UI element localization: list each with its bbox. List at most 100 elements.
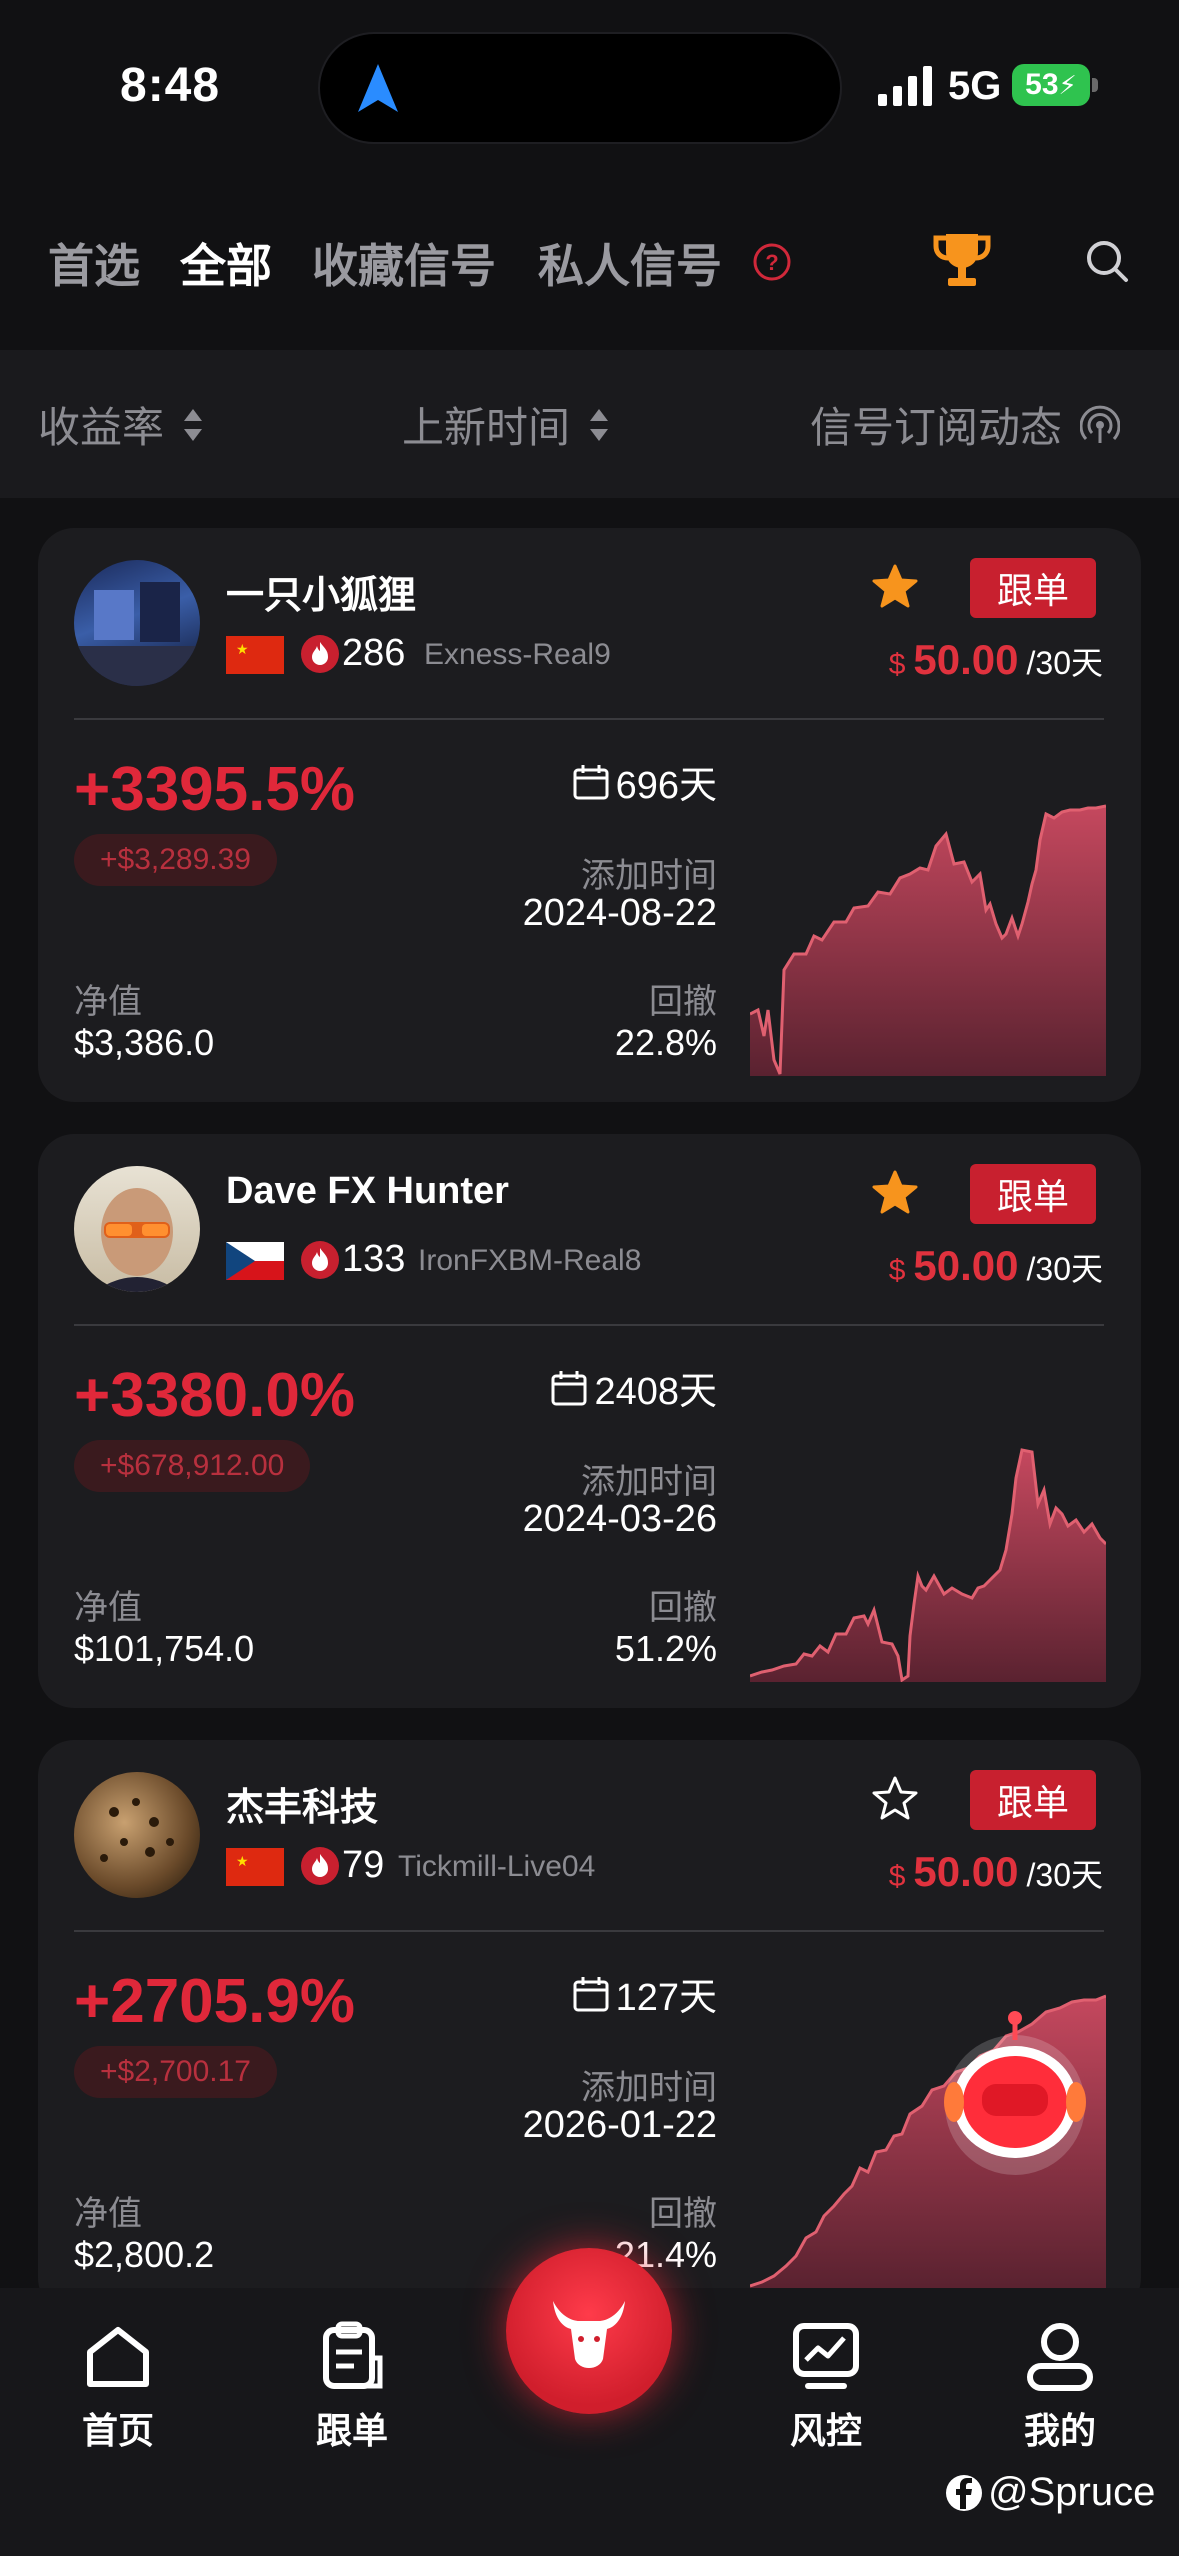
help-icon[interactable]: ?: [752, 242, 792, 282]
follow-button[interactable]: 跟单: [970, 558, 1096, 618]
battery-icon: 53 ⚡: [1012, 64, 1090, 106]
divider: [74, 718, 1104, 720]
signal-card[interactable]: Dave FX Hunter 133 IronFXBM-Real8 跟单 $ 5…: [38, 1134, 1141, 1708]
tab-private-signals[interactable]: 私人信号: [538, 230, 722, 296]
dynamic-island: [318, 32, 842, 144]
tab-favorite-signals[interactable]: 收藏信号: [312, 230, 496, 296]
divider: [74, 1324, 1104, 1326]
server-name: Tickmill-Live04: [398, 1850, 596, 1883]
czech-flag-icon: [226, 1242, 284, 1280]
trader-name: 杰丰科技: [226, 1787, 379, 1829]
drawdown-label: 回撤: [649, 2195, 717, 2233]
nav-copy-trade[interactable]: 跟单: [282, 2318, 422, 2454]
nav-profile-label: 我的: [1023, 2410, 1096, 2451]
navigation-arrow-icon: [358, 64, 398, 112]
bull-logo-icon: [553, 2301, 625, 2368]
profit-badge: +$3,289.39: [74, 834, 277, 886]
search-icon[interactable]: [1082, 236, 1132, 286]
tab-all[interactable]: 全部: [180, 230, 272, 296]
watermark: @Spruce: [944, 2470, 1155, 2515]
home-icon: [87, 2327, 149, 2387]
drawdown-value: 22.8%: [614, 1022, 717, 1063]
chart-monitor-icon: [793, 2323, 859, 2389]
fire-icon: [301, 1847, 339, 1885]
subscription-price: $ 50.00 /30天: [889, 636, 1103, 684]
running-days: 2408天: [550, 1360, 717, 1415]
china-flag-icon: ★: [226, 1848, 284, 1886]
svg-text:★: ★: [236, 1853, 249, 1869]
added-time-label: 添加时间: [581, 1463, 717, 1501]
price-period: /30天: [1026, 1857, 1104, 1893]
calendar-icon: [573, 1976, 609, 2011]
profit-badge: +$2,700.17: [74, 2046, 277, 2098]
cellular-signal-icon: [878, 66, 932, 106]
running-days: 696天: [572, 754, 717, 809]
sort-arrows-icon: [590, 408, 609, 441]
net-value: $3,386.0: [74, 1022, 215, 1063]
watermark-text: @Spruce: [988, 2470, 1156, 2514]
net-value: $101,754.0: [74, 1628, 255, 1669]
fans-count: 286: [342, 632, 406, 674]
tab-preferred[interactable]: 首选: [48, 230, 140, 296]
added-time-value: 2024-03-26: [522, 1498, 717, 1540]
nav-profile[interactable]: 我的: [990, 2318, 1130, 2454]
price-amount: 50.00: [913, 1242, 1019, 1289]
user-icon: [1027, 2323, 1093, 2391]
equity-sparkline: [750, 804, 1106, 1076]
added-time-label: 添加时间: [581, 2069, 717, 2107]
price-period: /30天: [1026, 1251, 1104, 1287]
star-filled-icon[interactable]: [870, 1168, 920, 1218]
running-days: 127天: [572, 1966, 717, 2021]
nav-home-label: 首页: [81, 2410, 154, 2451]
net-value-label: 净值: [74, 983, 142, 1021]
fire-icon: [301, 635, 339, 673]
divider: [74, 1930, 1104, 1932]
follow-button[interactable]: 跟单: [970, 1164, 1096, 1224]
network-type: 5G: [948, 64, 1002, 108]
equity-sparkline: [750, 1448, 1106, 1682]
price-currency: $: [888, 1860, 906, 1893]
svg-text:★: ★: [236, 641, 249, 657]
trophy-icon[interactable]: [930, 228, 994, 292]
signal-feed[interactable]: 信号订阅动态: [810, 394, 1121, 455]
fans-count: 133: [342, 1238, 406, 1280]
follow-button[interactable]: 跟单: [970, 1770, 1096, 1830]
trader-name: 一只小狐狸: [226, 575, 417, 617]
price-currency: $: [888, 1254, 906, 1287]
added-time-label: 添加时间: [581, 857, 717, 895]
subscription-price: $ 50.00 /30天: [889, 1848, 1103, 1896]
nav-risk-control-label: 风控: [789, 2410, 862, 2451]
status-bar: 8:48 5G 53 ⚡: [0, 0, 1179, 170]
sort-arrows-icon: [184, 408, 203, 441]
sort-bar: 收益率 上新时间 信号订阅动态: [0, 350, 1179, 498]
center-bull-button[interactable]: [506, 2248, 672, 2414]
signal-card[interactable]: 一只小狐狸 ★ 286 Exness-Real9 跟单 $ 50.00 /30天…: [38, 528, 1141, 1102]
yield-percent: +2705.9%: [74, 1967, 355, 2036]
drawdown-value: 51.2%: [614, 1628, 717, 1669]
fire-icon: [301, 1241, 339, 1279]
running-days-value: 127天: [615, 1977, 717, 2019]
sort-by-yield[interactable]: 收益率: [38, 394, 204, 455]
yield-percent: +3395.5%: [74, 755, 355, 824]
price-currency: $: [888, 648, 906, 681]
net-value-label: 净值: [74, 2195, 142, 2233]
star-filled-icon[interactable]: [870, 562, 920, 612]
robot-assistant-icon[interactable]: [930, 2010, 1100, 2180]
star-outline-icon[interactable]: [870, 1774, 920, 1824]
sort-by-new-label: 上新时间: [402, 404, 571, 451]
signal-tabs: 首选 全部 收藏信号 私人信号 ?: [0, 200, 1179, 320]
added-time-value: 2024-08-22: [522, 892, 717, 934]
drawdown-label: 回撤: [649, 1589, 717, 1627]
avatar: [74, 560, 200, 686]
calendar-icon: [573, 764, 609, 799]
status-time: 8:48: [120, 59, 221, 112]
sort-by-new[interactable]: 上新时间: [402, 394, 610, 455]
nav-home[interactable]: 首页: [48, 2318, 188, 2454]
nav-copy-trade-label: 跟单: [315, 2410, 388, 2451]
yield-percent: +3380.0%: [74, 1361, 355, 1430]
price-period: /30天: [1026, 645, 1104, 681]
server-name: Exness-Real9: [424, 638, 611, 671]
china-flag-icon: ★: [226, 636, 284, 674]
nav-risk-control[interactable]: 风控: [756, 2318, 896, 2454]
running-days-value: 696天: [615, 765, 717, 807]
